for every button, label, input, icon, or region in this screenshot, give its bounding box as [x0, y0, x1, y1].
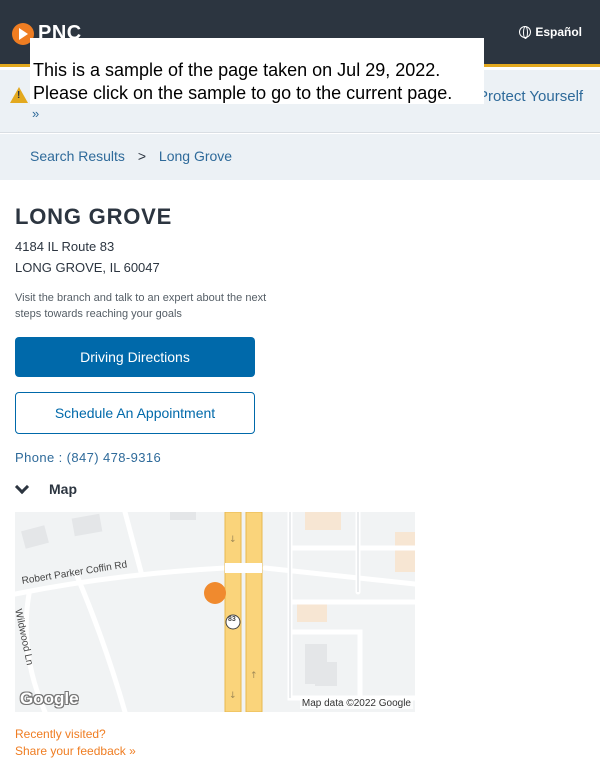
address-line-2: LONG GROVE, IL 60047 — [15, 260, 160, 275]
branch-title: LONG GROVE — [15, 204, 173, 229]
warning-icon: ! — [10, 87, 28, 103]
svg-text:↑: ↑ — [250, 671, 258, 681]
archive-notice-line-2: Please click on the sample to go to the … — [33, 83, 453, 103]
breadcrumb-separator: > — [137, 148, 147, 164]
share-feedback-link[interactable]: Share your feedback » — [15, 744, 136, 758]
driving-directions-button[interactable]: Driving Directions — [15, 337, 255, 377]
language-link[interactable]: Español — [519, 25, 582, 39]
phone-link[interactable]: Phone : (847) 478-9316 — [15, 450, 161, 465]
map-toggle[interactable]: Map — [14, 479, 77, 497]
breadcrumb-search-results[interactable]: Search Results — [30, 148, 125, 164]
globe-icon — [519, 26, 532, 39]
chevron-down-icon — [14, 479, 30, 494]
breadcrumb: Search Results > Long Grove — [0, 134, 600, 180]
map-section-label: Map — [49, 481, 77, 497]
route-83-shield-icon: 83 — [228, 616, 236, 623]
breadcrumb-long-grove[interactable]: Long Grove — [159, 148, 232, 164]
schedule-appointment-button[interactable]: Schedule An Appointment — [15, 392, 255, 434]
address-line-1: 4184 IL Route 83 — [15, 239, 115, 254]
archive-notice-line-1: This is a sample of the page taken on Ju… — [33, 60, 441, 80]
archive-notice[interactable]: This is a sample of the page taken on Ju… — [30, 38, 484, 104]
branch-description: Visit the branch and talk to an expert a… — [15, 292, 267, 320]
map-data-credit: Map data ©2022 Google — [299, 698, 413, 709]
location-map[interactable]: ↓ ↓ ↑ Robert Parker Coffin Rd Wildwood L… — [15, 512, 415, 712]
recently-visited-link[interactable]: Recently visited? — [15, 727, 106, 741]
alert-more-link[interactable]: » — [32, 106, 39, 121]
map-canvas: ↓ ↓ ↑ — [15, 512, 415, 712]
google-logo: Google — [20, 689, 79, 708]
svg-text:↓: ↓ — [229, 691, 237, 701]
language-label: Español — [535, 25, 582, 39]
svg-text:↓: ↓ — [229, 535, 237, 545]
protect-yourself-link[interactable]: Protect Yourself — [478, 88, 583, 105]
